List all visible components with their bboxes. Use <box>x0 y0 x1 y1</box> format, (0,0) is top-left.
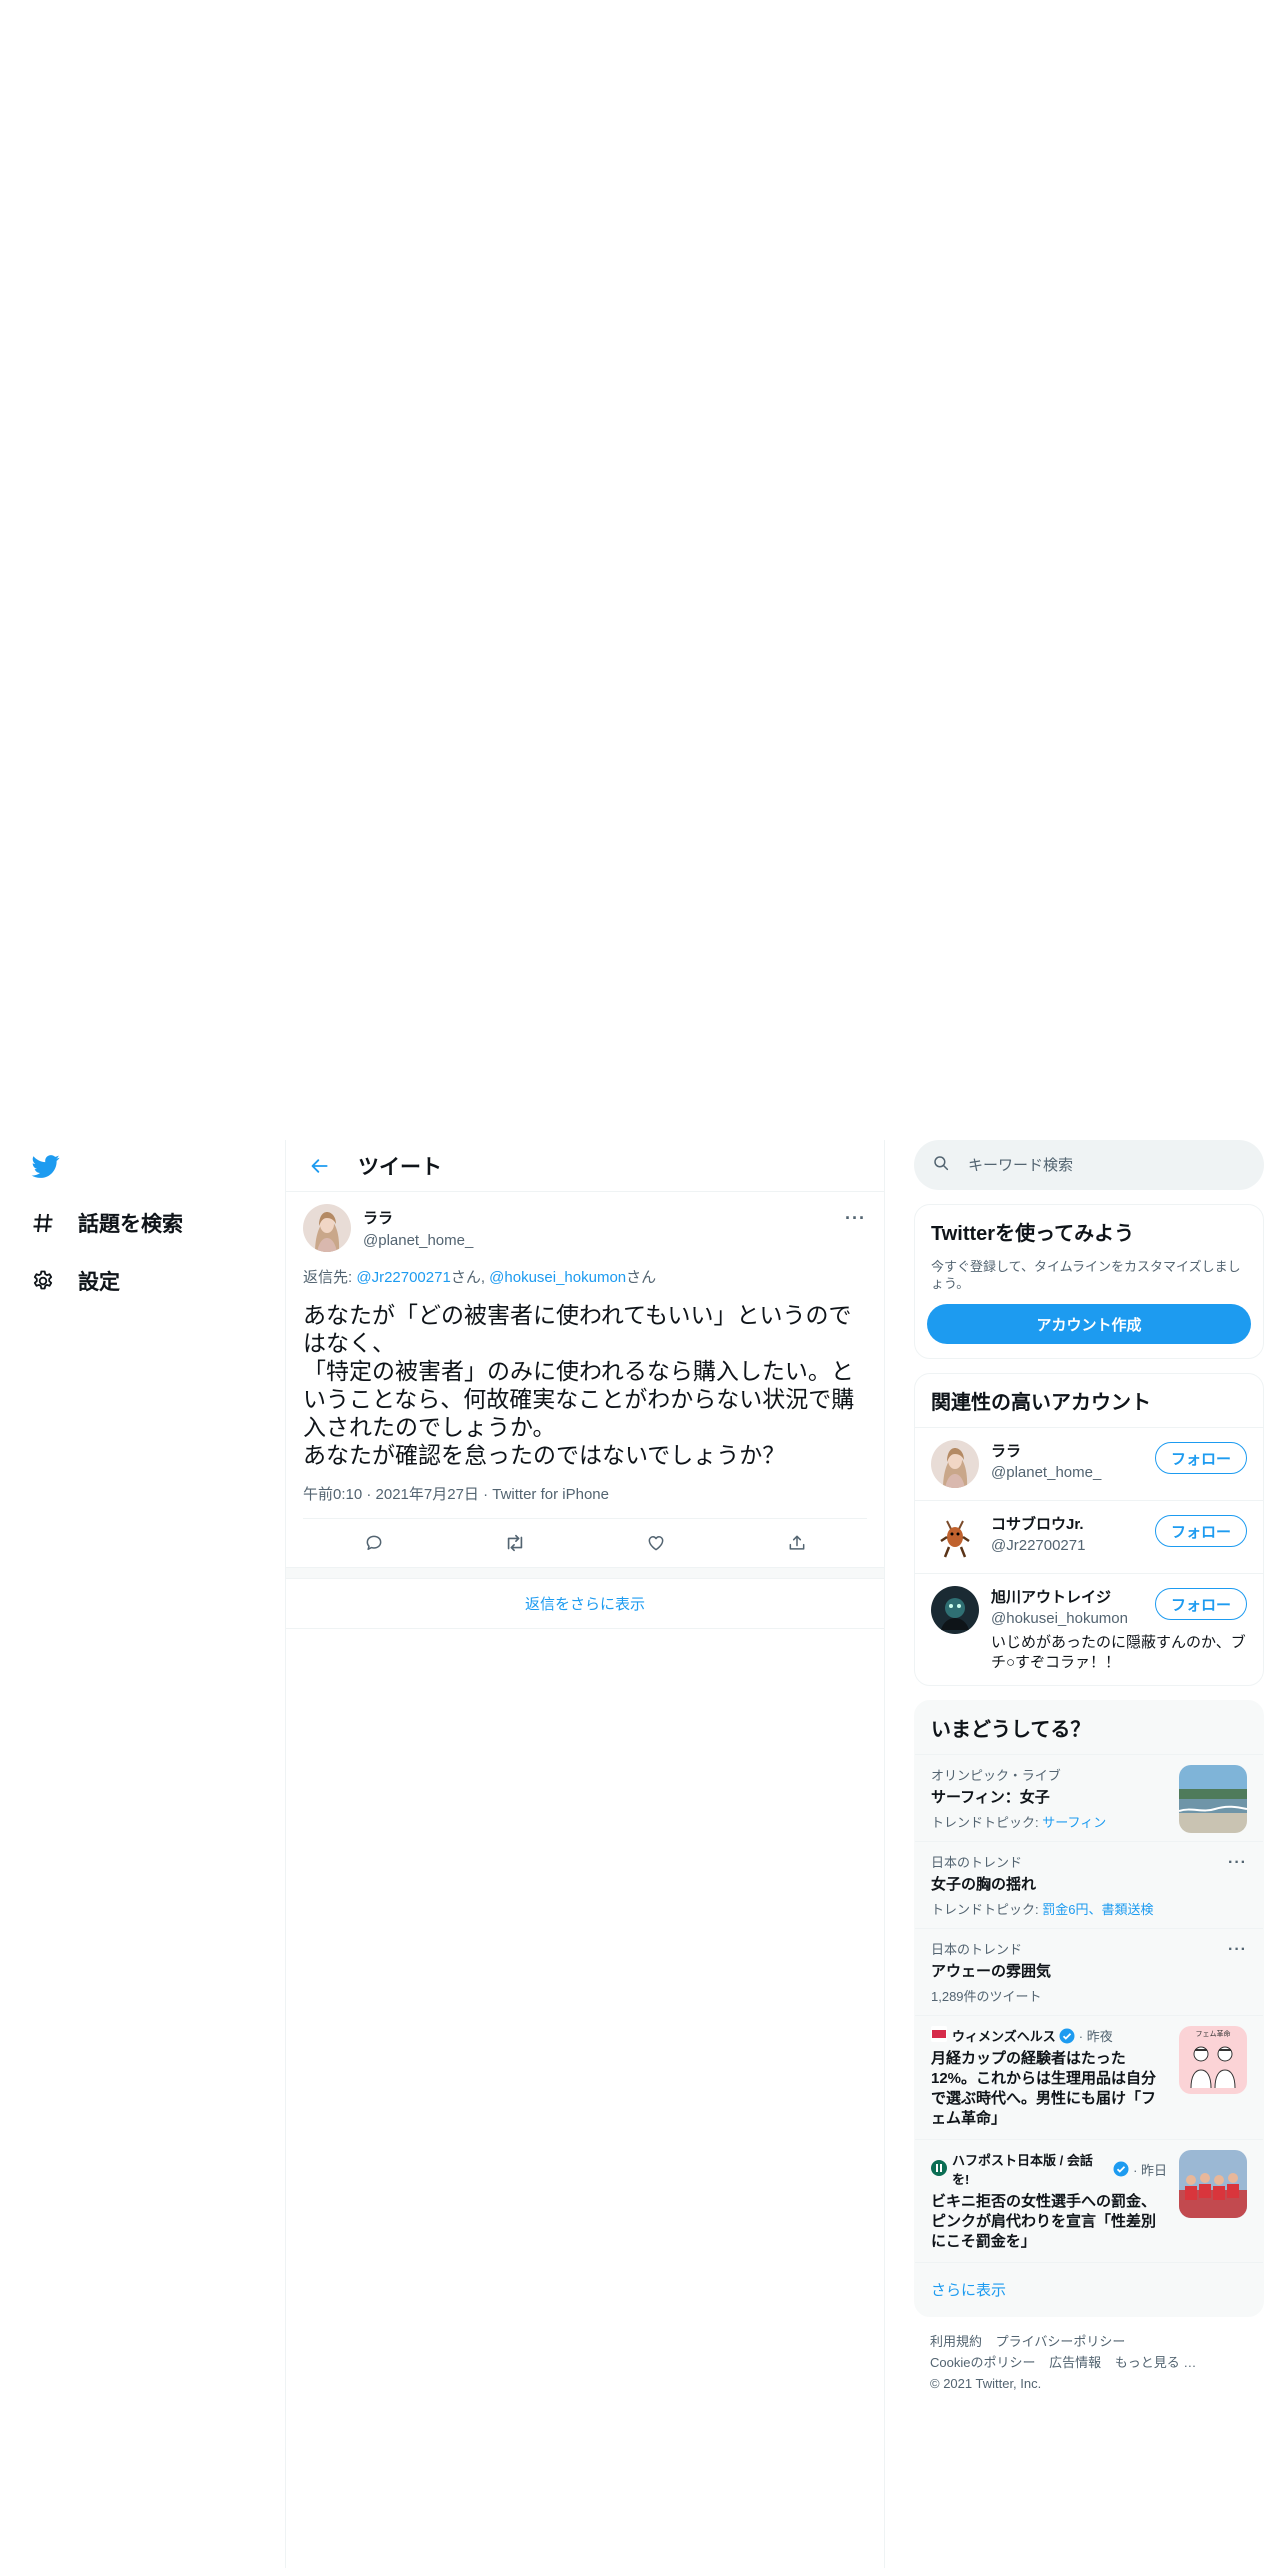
footer-link-terms[interactable]: 利用規約 <box>930 2334 982 2349</box>
hashtag-icon <box>30 1210 56 1236</box>
trend-context: 日本のトレンド <box>931 1942 1023 1957</box>
trend-context: 日本のトレンド <box>931 1855 1023 1870</box>
tweet-text: あなたが「どの被害者に使われてもいい」というのではなく、 「特定の被害者」のみに… <box>303 1302 855 1468</box>
author-avatar[interactable] <box>303 1204 351 1252</box>
verified-badge-icon <box>1059 2028 1075 2044</box>
nav-settings-label: 設定 <box>78 1271 120 1294</box>
source-logo-icon <box>931 2026 947 2045</box>
news-thumbnail-text: フェム革命 <box>1196 2029 1231 2038</box>
news-item[interactable]: ハフポスト日本版 / 会話を! · 昨日 ビキニ拒否の女性選手への罰金、ピンクが… <box>915 2139 1263 2262</box>
nav-settings[interactable]: 設定 <box>30 1266 120 1296</box>
trend-title: サーフィン：女子 <box>931 1789 1050 1806</box>
account-avatar[interactable] <box>931 1440 979 1488</box>
more-options-icon[interactable]: ··· <box>845 1208 866 1229</box>
nav-explore[interactable]: 話題を検索 <box>30 1208 183 1238</box>
verified-badge-icon <box>1113 2161 1129 2177</box>
show-more-replies-link[interactable]: 返信をさらに表示 <box>286 1579 884 1629</box>
trend-topic-link[interactable]: 罰金6円、書類送検 <box>1042 1902 1153 1917</box>
account-avatar[interactable] <box>931 1513 979 1561</box>
search-icon <box>932 1154 950 1177</box>
account-row[interactable]: ララ @planet_home_ フォロー <box>915 1427 1263 1500</box>
main-column: ツイート ララ @planet_home_ ··· 返信先: @Jr227002… <box>285 1140 885 2568</box>
trend-sub-prefix: トレンドトピック: <box>931 1815 1043 1830</box>
news-title: 月経カップの経験者はたった12%。これからは生理用品は自分で選ぶ時代へ。男性にも… <box>931 2050 1157 2127</box>
trend-item[interactable]: オリンピック・ライブ サーフィン：女子 トレンドトピック: サーフィン <box>915 1754 1263 1841</box>
follow-button[interactable]: フォロー <box>1155 1588 1247 1620</box>
tweet-header: ツイート <box>286 1140 884 1192</box>
footer-link-more[interactable]: もっと見る … <box>1115 2355 1197 2370</box>
account-row[interactable]: 旭川アウトレイジ @hokusei_hokumon いじめがあったのに隠蔽すんの… <box>915 1573 1263 1685</box>
news-source-name: ハフポスト日本版 / 会話を! <box>952 2153 1093 2187</box>
search-bar[interactable] <box>914 1140 1264 1190</box>
more-options-icon[interactable]: ··· <box>1228 1854 1247 1872</box>
create-account-button[interactable]: アカウント作成 <box>927 1304 1251 1344</box>
trend-title: アウェーの雰囲気 <box>931 1963 1052 1980</box>
trend-item[interactable]: 日本のトレンド アウェーの雰囲気 1,289件のツイート ··· <box>915 1928 1263 2015</box>
signup-card: Twitterを使ってみよう 今すぐ登録して、タイムラインをカスタマイズしましょ… <box>914 1204 1264 1359</box>
news-source-name: ウィメンズヘルス <box>952 2029 1056 2044</box>
section-divider <box>286 1567 884 1579</box>
account-bio: いじめがあったのに隠蔽すんのか、ブチ○すぞコラァ！！ <box>991 1634 1246 1671</box>
footer-link-ads[interactable]: 広告情報 <box>1049 2355 1101 2370</box>
like-icon[interactable] <box>639 1526 673 1560</box>
trend-title: 女子の胸の揺れ <box>931 1876 1037 1893</box>
account-avatar[interactable] <box>931 1586 979 1634</box>
news-source: ハフポスト日本版 / 会話を! · 昨日 <box>931 2150 1167 2188</box>
trends-card: いまどうしてる？ オリンピック・ライブ サーフィン：女子 トレンドトピック: サ… <box>914 1700 1264 2317</box>
follow-button[interactable]: フォロー <box>1155 1515 1247 1547</box>
trend-sub-prefix: トレンドトピック: <box>931 1902 1043 1917</box>
trend-subtitle: トレンドトピック: サーフィン <box>931 1812 1167 1831</box>
reply-to-line: 返信先: @Jr22700271さん, @hokusei_hokumonさん <box>303 1266 867 1287</box>
reply-to-suffix: さん <box>626 1269 657 1286</box>
see-more-link[interactable]: さらに表示 <box>915 2262 1263 2316</box>
related-accounts-title: 関連性の高いアカウント <box>931 1392 1151 1414</box>
signup-title: Twitterを使ってみよう <box>931 1223 1135 1245</box>
left-navigation: 話題を検索 設定 <box>0 1140 285 2568</box>
news-thumbnail: フェム革命 <box>1179 2026 1247 2094</box>
related-accounts-card: 関連性の高いアカウント ララ @planet_home_ フォロー コサブロウJ… <box>914 1373 1264 1686</box>
news-source: ウィメンズヘルス · 昨夜 <box>931 2026 1167 2045</box>
trends-title: いまどうしてる？ <box>931 1719 1091 1741</box>
news-thumbnail <box>1179 2150 1247 2218</box>
nav-explore-label: 話題を検索 <box>78 1213 183 1236</box>
follow-button[interactable]: フォロー <box>1155 1442 1247 1474</box>
tweet-actions <box>303 1519 867 1567</box>
search-input[interactable] <box>968 1156 1228 1174</box>
back-arrow-icon[interactable] <box>304 1150 336 1182</box>
tweet-timestamp[interactable]: 午前0:10 · 2021年7月27日 · Twitter for iPhone <box>303 1483 867 1519</box>
trend-thumbnail <box>1179 1765 1247 1833</box>
news-time: · 昨夜 <box>1078 2029 1113 2044</box>
footer: 利用規約 プライバシーポリシー Cookieのポリシー 広告情報 もっと見る …… <box>914 2317 1264 2408</box>
footer-link-privacy[interactable]: プライバシーポリシー <box>996 2334 1126 2349</box>
news-title: ビキニ拒否の女性選手への罰金、ピンクが肩代わりを宣言「性差別にこそ罰金を」 <box>931 2193 1157 2250</box>
footer-copyright: © 2021 Twitter, Inc. <box>930 2376 1042 2391</box>
retweet-icon[interactable] <box>498 1526 532 1560</box>
more-options-icon[interactable]: ··· <box>1228 1941 1247 1959</box>
author-name[interactable]: ララ <box>363 1207 473 1228</box>
focused-tweet: ララ @planet_home_ ··· 返信先: @Jr22700271さん,… <box>286 1192 884 1567</box>
page-title: ツイート <box>358 1155 442 1179</box>
reply-to-prefix: 返信先: <box>303 1269 357 1286</box>
author-handle[interactable]: @planet_home_ <box>363 1232 473 1249</box>
twitter-bird-icon[interactable] <box>30 1152 64 1180</box>
source-logo-icon <box>931 2159 947 2179</box>
reply-user-link-2[interactable]: @hokusei_hokumon <box>489 1269 626 1286</box>
reply-user-link-1[interactable]: @Jr22700271 <box>356 1269 450 1286</box>
trend-context: オリンピック・ライブ <box>931 1768 1061 1783</box>
share-icon[interactable] <box>780 1526 814 1560</box>
footer-link-cookie[interactable]: Cookieのポリシー <box>930 2355 1035 2370</box>
reply-to-mid: さん, <box>450 1269 490 1286</box>
trend-item[interactable]: 日本のトレンド 女子の胸の揺れ トレンドトピック: 罰金6円、書類送検 ··· <box>915 1841 1263 1928</box>
trend-tweet-count: 1,289件のツイート <box>931 1989 1042 2004</box>
account-row[interactable]: コサブロウJr. @Jr22700271 フォロー <box>915 1500 1263 1573</box>
right-sidebar: Twitterを使ってみよう 今すぐ登録して、タイムラインをカスタマイズしましょ… <box>914 1140 1264 2408</box>
reply-icon[interactable] <box>357 1526 391 1560</box>
news-item[interactable]: ウィメンズヘルス · 昨夜 月経カップの経験者はたった12%。これからは生理用品… <box>915 2015 1263 2139</box>
signup-description: 今すぐ登録して、タイムラインをカスタマイズしましょう。 <box>931 1259 1241 1291</box>
trend-topic-link[interactable]: サーフィン <box>1042 1815 1106 1830</box>
gear-icon <box>30 1268 56 1294</box>
news-time: · 昨日 <box>1133 2162 1168 2178</box>
trend-subtitle: トレンドトピック: 罰金6円、書類送検 <box>931 1899 1247 1918</box>
